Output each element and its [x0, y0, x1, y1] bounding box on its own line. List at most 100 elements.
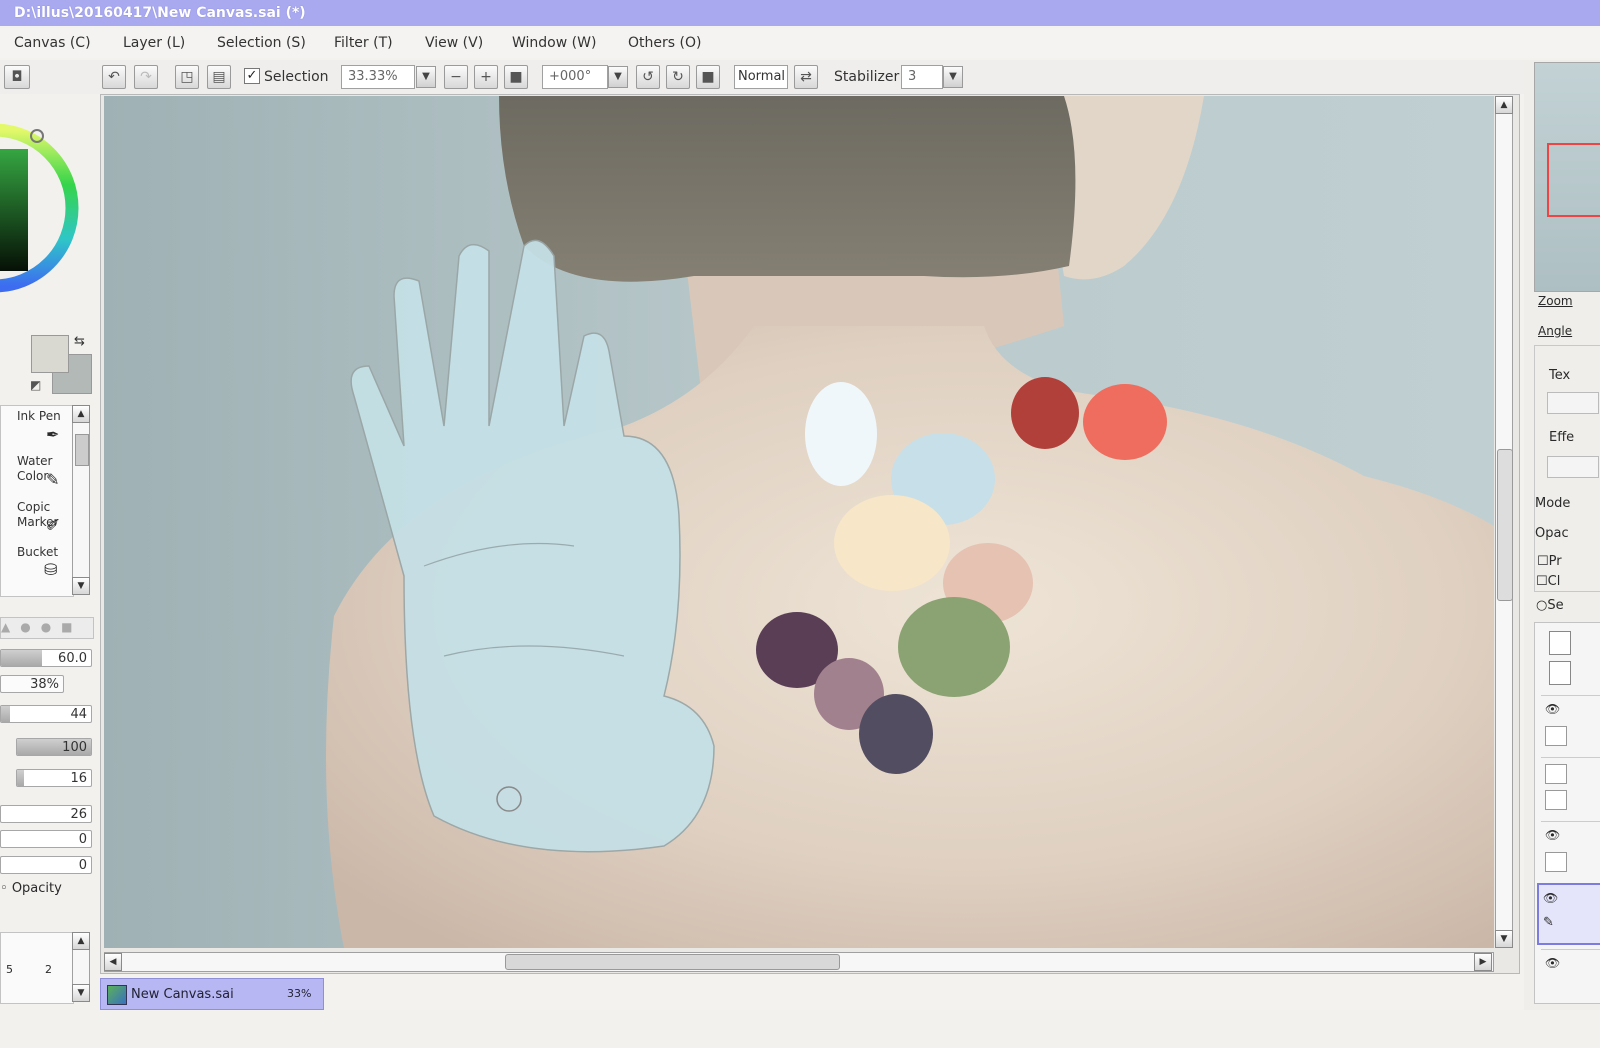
- scroll-down-button[interactable]: ▼: [72, 577, 90, 595]
- stabilizer-field[interactable]: 3: [901, 65, 943, 89]
- dilution-slider[interactable]: 16: [16, 769, 92, 787]
- zoom-in-button[interactable]: +: [474, 65, 498, 89]
- brush-size-value: 60.0: [58, 651, 87, 666]
- layer-thumbnail: [1545, 790, 1567, 810]
- setting-slider-7[interactable]: 0: [0, 856, 92, 874]
- redo-button[interactable]: ↷: [134, 65, 158, 89]
- layer-row-1[interactable]: 👁: [1541, 695, 1600, 752]
- effect-dropdown[interactable]: [1547, 456, 1599, 478]
- canvas-horizontal-scrollbar[interactable]: ◀ ▶: [104, 952, 1494, 972]
- layer-row-2[interactable]: [1541, 757, 1600, 818]
- navigator-angle-label: Angle: [1538, 324, 1573, 338]
- brush-size-list-scrollbar[interactable]: ▲ ▼: [72, 932, 90, 1002]
- layer-properties-box: Tex Effe Mode Opac ☐Pr: [1534, 345, 1600, 592]
- opacity-option[interactable]: ◦ Opacity: [0, 881, 62, 896]
- scroll-thumb[interactable]: [75, 434, 89, 466]
- document-tab-zoom: 33%: [287, 987, 312, 1000]
- menu-others[interactable]: Others (O): [628, 35, 701, 51]
- min-size-field[interactable]: 38%: [0, 675, 64, 693]
- navigator-preview[interactable]: [1534, 62, 1600, 292]
- brush-ink-pen[interactable]: Ink Pen: [17, 409, 61, 424]
- eye-icon[interactable]: 👁: [1545, 702, 1560, 716]
- zoom-field[interactable]: 33.33%: [341, 65, 415, 89]
- paint-dab: [859, 694, 933, 774]
- selection-label: Selection: [264, 69, 329, 85]
- menu-selection[interactable]: Selection (S): [217, 35, 306, 51]
- blending-slider[interactable]: 100: [16, 738, 92, 756]
- paint-dab: [1083, 384, 1167, 460]
- color-wheel[interactable]: [0, 94, 100, 324]
- brush-grid-scrollbar[interactable]: ▲ ▼: [72, 405, 90, 595]
- menu-view[interactable]: View (V): [425, 35, 483, 51]
- canvas-scroll-left-button[interactable]: ◀: [104, 953, 122, 971]
- clipping-option[interactable]: ☐Cl: [1536, 574, 1560, 589]
- brush-size-fill: [1, 650, 42, 666]
- density-slider[interactable]: 44: [0, 705, 92, 723]
- setting-slider-6[interactable]: 0: [0, 830, 92, 848]
- panel-toggle-button[interactable]: ◘: [4, 65, 30, 89]
- rotate-left-button[interactable]: ↺: [636, 65, 660, 89]
- opacity-radio-icon: ◦: [0, 881, 12, 896]
- opacity-label: Opacity: [11, 881, 62, 896]
- list-scroll-down-button[interactable]: ▼: [72, 984, 90, 1002]
- document-tab-name: New Canvas.sai: [131, 987, 234, 1002]
- drawing-canvas[interactable]: [104, 96, 1494, 948]
- layer-row-5[interactable]: 👁: [1541, 949, 1600, 1000]
- menu-window[interactable]: Window (W): [512, 35, 596, 51]
- scroll-up-button[interactable]: ▲: [72, 405, 90, 423]
- zoom-out-button[interactable]: −: [444, 65, 468, 89]
- texture-dropdown[interactable]: [1547, 392, 1599, 414]
- setting-value-6: 0: [78, 832, 87, 847]
- undo-button[interactable]: ↶: [102, 65, 126, 89]
- menu-canvas[interactable]: Canvas (C): [14, 35, 91, 51]
- list-value-1[interactable]: 5: [6, 963, 13, 976]
- primary-color-swatch[interactable]: [31, 335, 69, 373]
- rotate-right-button[interactable]: ↻: [666, 65, 690, 89]
- reset-colors-icon[interactable]: ◩: [30, 378, 41, 392]
- eye-icon[interactable]: 👁: [1545, 828, 1560, 842]
- list-scroll-up-button[interactable]: ▲: [72, 932, 90, 950]
- blend-mode-field[interactable]: Normal: [734, 65, 788, 89]
- persistence-slider[interactable]: 26: [0, 805, 92, 823]
- zoom-dropdown[interactable]: ▼: [416, 66, 436, 88]
- canvas-vertical-scrollbar[interactable]: ▲ ▼: [1495, 96, 1513, 948]
- angle-field[interactable]: +000°: [542, 65, 608, 89]
- deselect-button[interactable]: ◳: [175, 65, 199, 89]
- canvas-scroll-down-button[interactable]: ▼: [1495, 930, 1513, 948]
- canvas-scroll-right-button[interactable]: ▶: [1474, 953, 1492, 971]
- stabilizer-dropdown[interactable]: ▼: [943, 66, 963, 88]
- list-value-2[interactable]: 2: [45, 963, 52, 976]
- selection-source-option[interactable]: ○Se: [1536, 598, 1564, 613]
- new-set-icon[interactable]: [1549, 661, 1571, 685]
- paint-dab: [898, 597, 1010, 697]
- canvas-scroll-up-button[interactable]: ▲: [1495, 96, 1513, 114]
- navigator-viewport-box[interactable]: [1547, 143, 1600, 217]
- menu-bar: Canvas (C) Layer (L) Selection (S) Filte…: [0, 28, 1600, 58]
- brush-shape-selector[interactable]: ▲●●■: [0, 617, 94, 639]
- layer-list: 👁 👁 👁 ✎ 👁: [1534, 622, 1600, 1004]
- preserve-opacity-option[interactable]: ☐Pr: [1537, 554, 1562, 569]
- eye-icon[interactable]: 👁: [1543, 891, 1558, 905]
- menu-filter[interactable]: Filter (T): [334, 35, 393, 51]
- angle-dropdown[interactable]: ▼: [608, 66, 628, 88]
- brush-icon: ✎: [46, 470, 60, 489]
- brush-bucket[interactable]: Bucket: [17, 545, 58, 560]
- invert-selection-button[interactable]: ▤: [207, 65, 231, 89]
- canvas-vertical-thumb[interactable]: [1497, 449, 1513, 601]
- flip-horizontal-button[interactable]: ⇄: [794, 65, 818, 89]
- blending-value: 100: [62, 740, 87, 755]
- swap-colors-icon[interactable]: ⇆: [74, 334, 85, 349]
- status-bar: [0, 1010, 1600, 1048]
- canvas-horizontal-thumb[interactable]: [505, 954, 840, 970]
- layer-row-selected[interactable]: 👁 ✎: [1537, 883, 1600, 945]
- eye-icon[interactable]: 👁: [1545, 956, 1560, 970]
- brush-size-slider[interactable]: 60.0: [0, 649, 92, 667]
- brush-size-list: 5 2: [0, 932, 74, 1004]
- selection-checkbox[interactable]: ✓: [244, 68, 260, 84]
- zoom-reset-button[interactable]: ■: [504, 65, 528, 89]
- menu-layer[interactable]: Layer (L): [123, 35, 185, 51]
- layer-row-3[interactable]: 👁: [1541, 821, 1600, 878]
- new-layer-icon[interactable]: [1549, 631, 1571, 655]
- document-tab[interactable]: New Canvas.sai 33%: [100, 978, 324, 1010]
- rotate-reset-button[interactable]: ■: [696, 65, 720, 89]
